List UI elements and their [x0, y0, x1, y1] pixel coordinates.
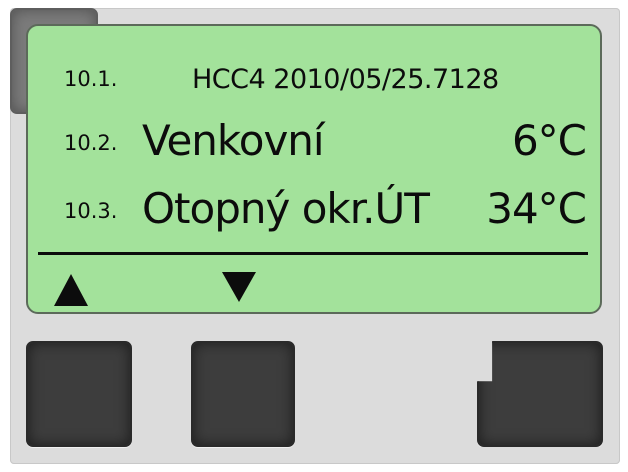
arrow-up-icon — [54, 274, 88, 306]
menu-index: 10.2. — [64, 131, 118, 155]
menu-index: 10.3. — [64, 199, 118, 223]
scroll-up-button[interactable] — [26, 341, 132, 447]
controller-panel: 10.1. HCC4 2010/05/25.7128 10.2. Venkovn… — [10, 8, 620, 464]
outdoor-temp-value: 6°C — [511, 116, 587, 165]
device-version-text: HCC4 2010/05/25.7128 — [192, 64, 499, 95]
lcd-divider — [38, 252, 588, 255]
outdoor-temp-label: Venkovní — [142, 116, 325, 165]
lcd-display: 10.1. HCC4 2010/05/25.7128 10.2. Venkovn… — [26, 24, 602, 314]
heating-circuit-label: Otopný okr.ÚT — [142, 184, 430, 233]
select-button[interactable] — [477, 341, 603, 447]
heating-circuit-value: 34°C — [486, 184, 587, 233]
menu-index: 10.1. — [64, 67, 118, 91]
arrow-down-icon — [222, 272, 256, 302]
scroll-down-button[interactable] — [191, 341, 295, 447]
